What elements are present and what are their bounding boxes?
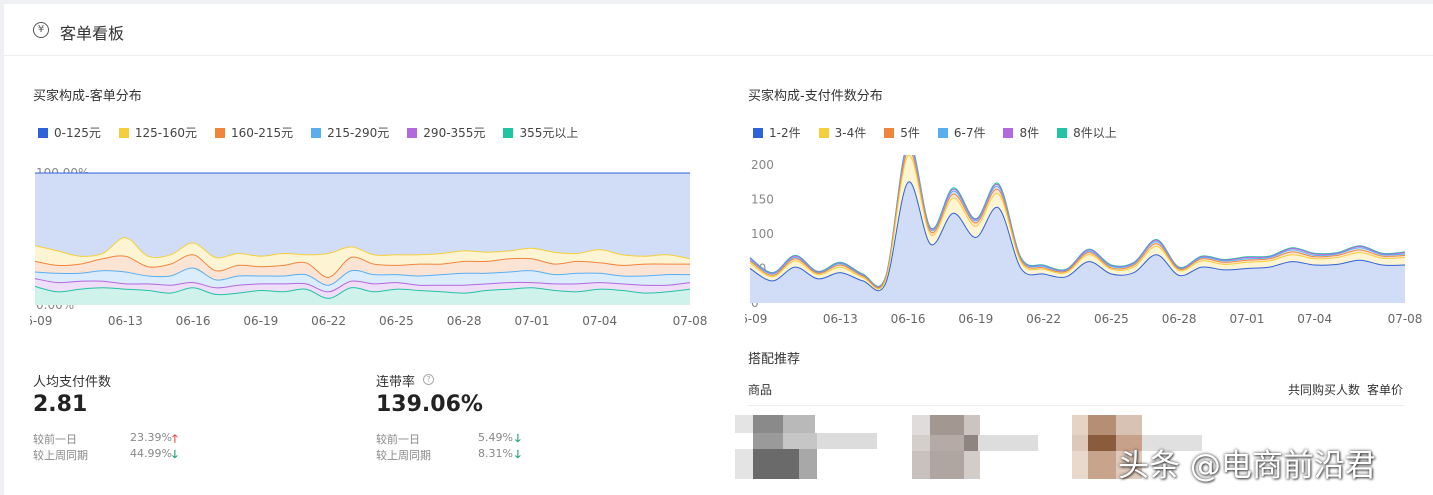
x-tick-label: 06-19 — [243, 314, 278, 328]
attach-rate-cmp2-value: 8.31% — [478, 447, 513, 460]
per-capita-cmp2-value: 44.99% — [130, 447, 172, 460]
right-legend-item[interactable]: 6-7件 — [937, 124, 986, 141]
arrow-down-icon: 🡓 — [172, 448, 178, 461]
col-avg-price: 客单价 — [1367, 383, 1404, 397]
legend-swatch — [215, 127, 226, 138]
y-tick-label: 200 — [751, 158, 774, 172]
yen-circle-icon: ¥ — [33, 22, 49, 38]
x-tick-label: 06-16 — [891, 312, 926, 326]
x-tick-label: 07-04 — [582, 314, 617, 328]
right-chart-title: 买家构成-支付件数分布 — [748, 89, 883, 104]
left-chart-title: 买家构成-客单分布 — [33, 89, 142, 104]
legend-label: 8件以上 — [1073, 126, 1117, 140]
legend-swatch — [937, 127, 948, 138]
per-capita-value: 2.81 — [33, 392, 88, 417]
legend-label: 0-125元 — [54, 126, 101, 140]
legend-swatch — [38, 127, 48, 138]
right-legend-item[interactable]: 8件 — [1003, 124, 1039, 141]
x-tick-label: 06-09 — [30, 314, 52, 328]
recommend-title: 搭配推荐 — [748, 352, 801, 367]
x-tick-label: 06-25 — [379, 314, 414, 328]
legend-label: 1-2件 — [769, 126, 801, 140]
left-chart-legend: 0-125元 125-160元 160-215元 215-290元 290-355元 35… — [38, 124, 596, 141]
x-tick-label: 06-13 — [823, 312, 858, 326]
x-tick-label: 06-19 — [958, 312, 993, 326]
x-tick-label: 07-04 — [1297, 312, 1332, 326]
page-title: 客单看板 — [60, 24, 125, 43]
per-capita-cmp2-label: 较上周同期 — [33, 449, 88, 462]
legend-swatch — [1057, 127, 1068, 138]
x-tick-label: 07-08 — [1388, 312, 1423, 326]
legend-label: 215-290元 — [327, 126, 390, 140]
per-capita-cmp1-label: 较前一日 — [33, 433, 77, 446]
left-legend-item[interactable]: 125-160元 — [118, 124, 198, 141]
x-tick-label: 07-08 — [673, 314, 708, 328]
col-product: 商品 — [748, 383, 773, 397]
x-tick-label: 07-01 — [1229, 312, 1264, 326]
x-tick-label: 06-22 — [1026, 312, 1061, 326]
watermark-text: 头条 @电商前沿君 — [1118, 448, 1376, 484]
legend-label: 160-215元 — [231, 126, 294, 140]
right-legend-item[interactable]: 8件以上 — [1057, 124, 1117, 141]
right-legend-item[interactable]: 1-2件 — [753, 124, 801, 141]
x-tick-label: 07-01 — [514, 314, 549, 328]
table-divider — [748, 405, 1404, 406]
question-circle-icon[interactable]: ? — [423, 374, 434, 385]
left-legend-item[interactable]: 160-215元 — [215, 124, 293, 141]
col-co-buyers: 共同购买人数 — [1288, 383, 1361, 397]
right-legend-item[interactable]: 3-4件 — [818, 124, 867, 141]
x-tick-label: 06-22 — [311, 314, 346, 328]
per-capita-cmp1-value: 23.39% — [130, 431, 172, 444]
legend-swatch — [311, 127, 322, 138]
attach-rate-cmp1-label: 较前一日 — [376, 433, 420, 446]
x-tick-label: 06-25 — [1094, 312, 1129, 326]
legend-label: 8件 — [1019, 126, 1040, 140]
right-legend-item[interactable]: 5件 — [884, 124, 920, 141]
per-capita-label: 人均支付件数 — [33, 375, 112, 390]
left-legend-item[interactable]: 0-125元 — [38, 124, 101, 141]
y-tick-label: 100 — [751, 227, 774, 241]
card-header: ¥ 客单看板 — [4, 4, 1433, 56]
legend-label: 3-4件 — [834, 126, 867, 140]
right-chart-legend: 1-2件 3-4件 5件 6-7件 8件 8件以上 — [753, 124, 1135, 141]
x-tick-label: 06-13 — [108, 314, 143, 328]
area-series-1-2件 — [750, 181, 1405, 303]
x-tick-label: 06-28 — [1162, 312, 1197, 326]
legend-swatch — [884, 127, 895, 138]
legend-swatch — [118, 127, 129, 138]
legend-swatch — [503, 127, 514, 138]
legend-swatch — [1003, 127, 1014, 138]
legend-label: 290-355元 — [423, 126, 486, 140]
attach-rate-value: 139.06% — [376, 392, 483, 417]
arrow-down-icon: 🡓 — [515, 448, 521, 461]
attach-rate-label: 连带率 — [376, 375, 416, 390]
right-area-chart: 20015010050006-0906-1306-1606-1906-2206-… — [745, 155, 1423, 326]
left-legend-item[interactable]: 355元以上 — [503, 124, 578, 141]
x-tick-label: 06-28 — [447, 314, 482, 328]
left-legend-item[interactable]: 215-290元 — [311, 124, 389, 141]
legend-label: 6-7件 — [953, 126, 986, 140]
x-tick-label: 06-09 — [745, 312, 767, 326]
legend-label: 125-160元 — [134, 126, 198, 140]
legend-swatch — [753, 127, 763, 138]
attach-rate-cmp1-value: 5.49% — [478, 431, 513, 444]
legend-swatch — [407, 127, 418, 138]
legend-label: 5件 — [900, 126, 920, 140]
left-legend-item[interactable]: 290-355元 — [407, 124, 485, 141]
legend-swatch — [818, 127, 829, 138]
attach-rate-cmp2-label: 较上周同期 — [376, 449, 431, 462]
y-tick-label: 150 — [751, 193, 774, 207]
legend-label: 355元以上 — [519, 126, 579, 140]
x-tick-label: 06-16 — [176, 314, 211, 328]
left-area-chart: 100.00%75.00%50.00%25.00%0.00%06-0906-13… — [30, 166, 708, 328]
